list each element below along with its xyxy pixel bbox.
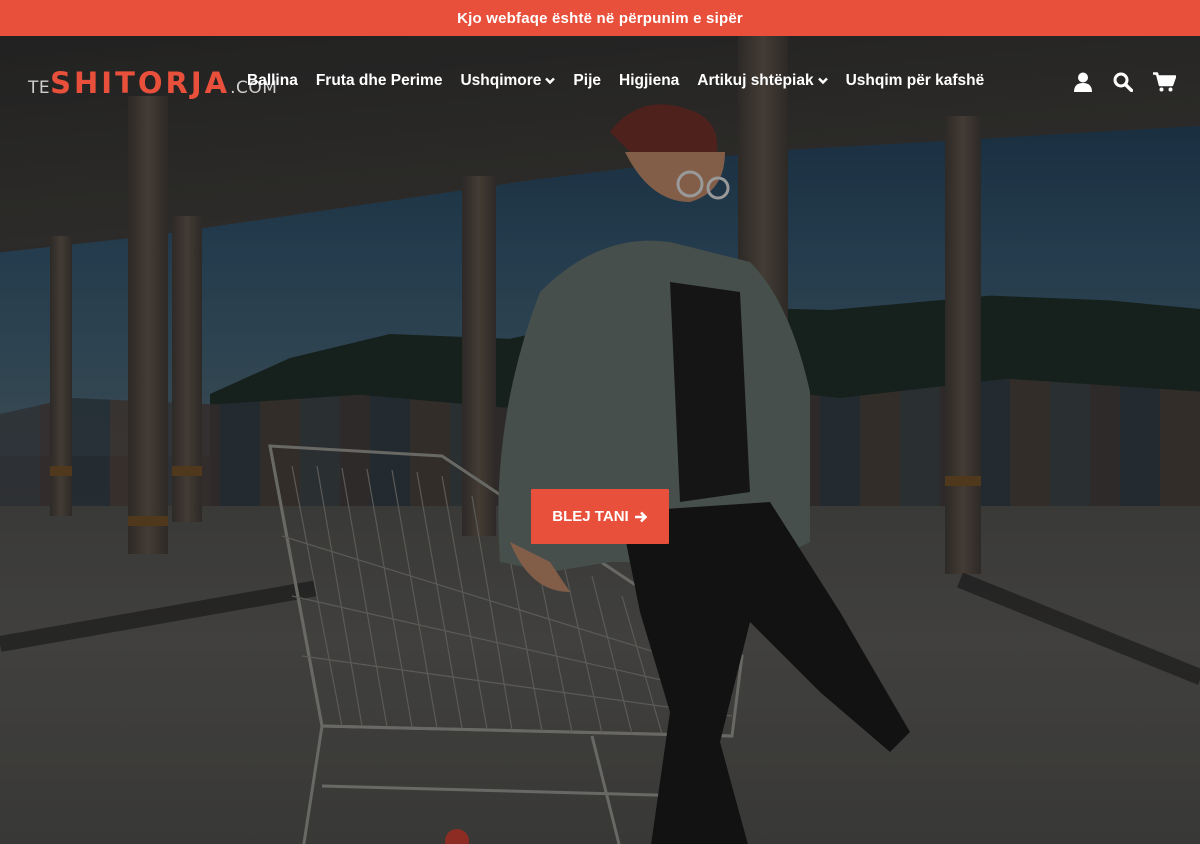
nav-item-label: Fruta dhe Perime (315, 72, 443, 89)
site-logo[interactable]: TE SHITORJA .COM (28, 66, 277, 100)
nav-item-fruta-dhe-perime[interactable]: Fruta dhe Perime (316, 72, 443, 90)
nav-item-label: Ushqim për kafshë (845, 72, 985, 89)
main-nav: Ballina Fruta dhe Perime Ushqimore Pije … (247, 72, 1002, 90)
nav-item-label: Ballina (247, 72, 298, 89)
nav-item-label: Pije (573, 72, 601, 89)
logo-prefix: TE (28, 78, 51, 98)
shop-now-label: BLEJ TANI (552, 508, 629, 525)
nav-item-ushqimore[interactable]: Ushqimore (460, 72, 556, 90)
search-button[interactable] (1112, 70, 1134, 94)
logo-main: SHITORJA (50, 66, 231, 100)
account-button[interactable] (1072, 70, 1094, 94)
nav-item-ballina[interactable]: Ballina (247, 72, 298, 90)
cart-button[interactable] (1152, 70, 1176, 94)
nav-item-label: Ushqimore (460, 72, 542, 89)
chevron-down-icon (817, 77, 828, 85)
announcement-text: Kjo webfaqe është në përpunim e sipër (457, 9, 743, 27)
shop-now-button[interactable]: BLEJ TANI (531, 489, 669, 544)
header-icons (1072, 70, 1176, 94)
announcement-bar: Kjo webfaqe është në përpunim e sipër (0, 0, 1200, 36)
arrow-right-icon (634, 511, 648, 522)
search-icon (1113, 72, 1133, 92)
user-icon (1074, 72, 1092, 92)
nav-item-label: Artikuj shtëpiak (697, 72, 814, 89)
cart-icon (1152, 72, 1176, 92)
hero-overlay (0, 36, 1200, 844)
nav-item-artikuj-shtepiak[interactable]: Artikuj shtëpiak (697, 72, 828, 90)
nav-item-pije[interactable]: Pije (573, 72, 601, 90)
nav-item-label: Higjiena (619, 72, 680, 89)
chevron-down-icon (545, 77, 556, 85)
hero-banner (0, 36, 1200, 844)
nav-item-ushqim-per-kafshe[interactable]: Ushqim për kafshë (846, 72, 985, 90)
nav-item-higjiena[interactable]: Higjiena (619, 72, 679, 90)
